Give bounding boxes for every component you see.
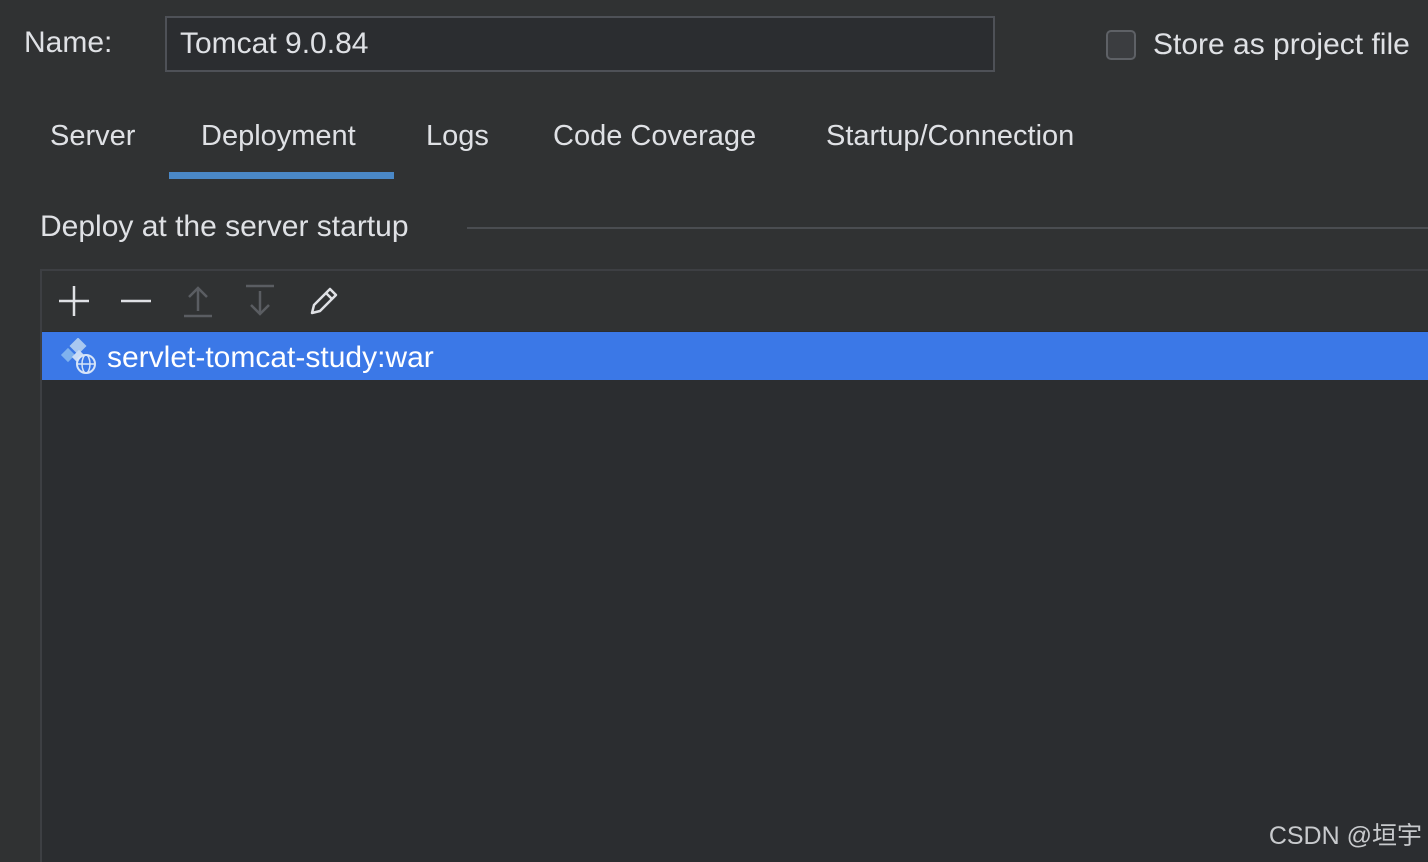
tab-logs[interactable]: Logs xyxy=(426,120,489,153)
move-down-button[interactable] xyxy=(242,283,278,319)
store-as-project-file-option[interactable]: Store as project file xyxy=(1106,28,1410,62)
selected-tab-indicator xyxy=(169,172,394,179)
name-label: Name: xyxy=(24,26,113,59)
add-button[interactable] xyxy=(56,283,92,319)
minus-icon xyxy=(121,299,151,303)
tab-server[interactable]: Server xyxy=(50,120,135,153)
move-up-icon xyxy=(184,286,212,318)
plus-icon xyxy=(59,286,89,316)
list-item[interactable]: servlet-tomcat-study:war xyxy=(42,332,1428,380)
move-down-icon xyxy=(246,284,274,316)
edit-button[interactable] xyxy=(306,283,342,319)
remove-button[interactable] xyxy=(118,283,154,319)
tab-bar: Server Deployment Logs Code Coverage Sta… xyxy=(0,100,1428,180)
name-input[interactable] xyxy=(165,16,995,72)
section-divider xyxy=(467,227,1428,229)
move-up-button[interactable] xyxy=(180,283,216,319)
deployment-panel: servlet-tomcat-study:war xyxy=(40,269,1428,862)
tab-code-coverage[interactable]: Code Coverage xyxy=(553,120,756,153)
deploy-section-title: Deploy at the server startup xyxy=(40,210,409,243)
edit-icon xyxy=(310,287,338,315)
deployment-toolbar xyxy=(42,271,1428,331)
watermark: CSDN @垣宇 xyxy=(1268,822,1422,850)
tab-deployment[interactable]: Deployment xyxy=(201,120,356,153)
artifact-label: servlet-tomcat-study:war xyxy=(107,341,434,374)
web-artifact-icon xyxy=(60,338,96,374)
store-as-project-file-checkbox[interactable] xyxy=(1106,30,1136,60)
deployment-list[interactable]: servlet-tomcat-study:war xyxy=(42,332,1428,862)
store-as-project-file-label: Store as project file xyxy=(1153,28,1410,61)
tab-startup-connection[interactable]: Startup/Connection xyxy=(826,120,1074,153)
